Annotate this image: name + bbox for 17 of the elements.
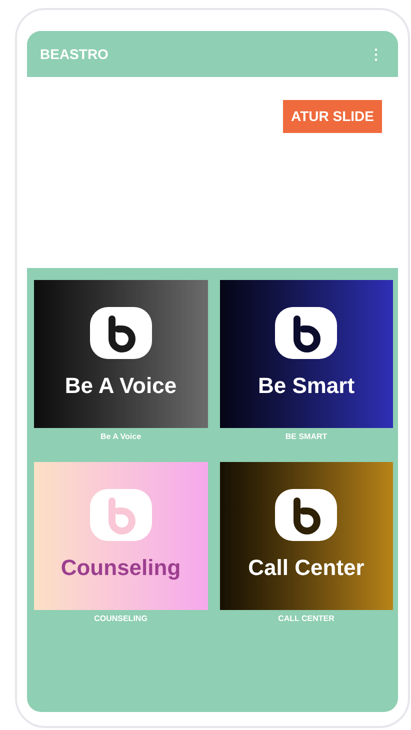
logo-icon	[275, 306, 338, 358]
category-tile[interactable]: Be Smart	[220, 280, 393, 428]
tile-caption: Be A Voice	[100, 431, 142, 443]
logo-icon	[90, 488, 152, 540]
logo-icon	[90, 306, 152, 358]
tile-title: Call Center	[248, 554, 364, 582]
category-tile[interactable]: Counseling	[34, 462, 208, 610]
tile-title: Be A Voice	[64, 372, 177, 400]
tile-title: Counseling	[60, 554, 181, 582]
tile-caption: CALL CENTER	[278, 613, 334, 625]
app-title: BEASTRO	[40, 44, 108, 64]
tile-title: Be Smart	[258, 372, 355, 400]
tile-caption: BE SMART	[285, 431, 328, 443]
logo-icon	[275, 488, 338, 540]
tile-caption: COUNSELING	[94, 613, 148, 625]
category-tile[interactable]: Be A Voice	[34, 280, 208, 428]
category-tile[interactable]: Call Center	[220, 462, 393, 610]
